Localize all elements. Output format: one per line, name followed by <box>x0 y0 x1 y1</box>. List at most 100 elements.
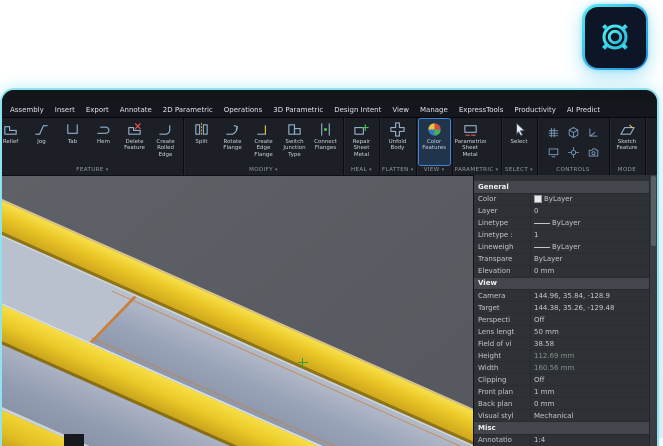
menu-item-ai-predict[interactable]: AI Predict <box>567 106 600 114</box>
settings-gear-badge[interactable] <box>582 4 648 70</box>
properties-section-view[interactable]: View <box>474 278 649 291</box>
app-window: Assembly Insert Export Annotate 2D Parametri… <box>0 88 659 446</box>
chevron-down-icon: ▾ <box>106 168 109 173</box>
property-row-field-of-vi[interactable]: Field of vi38.58 <box>474 338 649 350</box>
property-row-height[interactable]: Height112.69 mm <box>474 350 649 362</box>
color-swatch <box>534 195 542 203</box>
ribbon-group-feature: ReliefJogTabHemDelete FeatureCreate Roll… <box>2 118 184 175</box>
ribbon-group-flatten: Unfold BodyFLATTEN▾ <box>380 118 417 175</box>
ribbon-group-modify: SplitRotate FlangeCreate Edge FlangeSwit… <box>184 118 344 175</box>
chevron-down-icon: ▾ <box>275 168 278 173</box>
ribbon-group-label-modify[interactable]: MODIFY▾ <box>186 165 341 175</box>
property-row-transpare[interactable]: TranspareByLayer <box>474 254 649 266</box>
sun-icon[interactable] <box>564 143 583 162</box>
ribbon-button-create-rolled-edge[interactable]: Create Rolled Edge <box>150 119 181 165</box>
grid-icon[interactable] <box>544 123 563 142</box>
viewport-3d[interactable] <box>2 175 473 446</box>
ribbon-button-jog[interactable]: Jog <box>26 119 57 165</box>
ribbon-button-switch-junction-type[interactable]: Switch Junction Type <box>279 119 310 165</box>
rotate-flange-icon <box>224 121 241 138</box>
bottom-left-panel-edge <box>64 434 84 446</box>
property-row-lens-lengt[interactable]: Lens lengt50 mm <box>474 326 649 338</box>
create-edge-flange-icon <box>255 121 272 138</box>
ribbon-group-label-mode: MODE <box>612 165 643 175</box>
property-row-linetype[interactable]: LinetypeByLayer <box>474 218 649 230</box>
menu-item-operations[interactable]: Operations <box>224 106 262 114</box>
property-row-clipping[interactable]: ClippingOff <box>474 374 649 386</box>
parametrize-sheet-metal-icon <box>462 121 479 138</box>
unfold-body-icon <box>389 121 406 138</box>
ribbon-group-controls: CONTROLS <box>538 118 610 175</box>
linetype-preview-line <box>534 247 550 248</box>
property-row-width[interactable]: Width160.56 mm <box>474 362 649 374</box>
ribbon-button-color-features[interactable]: Color Features <box>419 119 450 165</box>
cube-icon[interactable] <box>564 123 583 142</box>
switch-junction-icon <box>286 121 303 138</box>
monitor-icon[interactable] <box>544 143 563 162</box>
ribbon-button-sketch-feature[interactable]: Sketch Feature <box>612 119 643 165</box>
ribbon-group-label-heal[interactable]: HEAL▾ <box>346 165 377 175</box>
property-row-perspecti[interactable]: PerspectiOff <box>474 314 649 326</box>
properties-scrollbar[interactable] <box>649 175 657 446</box>
scrollbar-thumb[interactable] <box>651 176 656 246</box>
ribbon-group-label-view[interactable]: VIEW▾ <box>419 165 450 175</box>
property-row-lineweigh[interactable]: LineweighByLayer <box>474 242 649 254</box>
properties-section-misc[interactable]: Misc <box>474 422 649 435</box>
properties-panel: GeneralColorByLayerLayer0LinetypeByLayer… <box>473 175 657 446</box>
repair-sheet-metal-icon <box>353 121 370 138</box>
property-row-back-plan[interactable]: Back plan0 mm <box>474 398 649 410</box>
chevron-down-icon: ▾ <box>496 168 499 173</box>
ribbon-group-label-flatten[interactable]: FLATTEN▾ <box>382 165 414 175</box>
property-row-front-plan[interactable]: Front plan1 mm <box>474 386 649 398</box>
ribbon-button-connect-flanges[interactable]: Connect Flanges <box>310 119 341 165</box>
properties-section-general[interactable]: General <box>474 181 649 194</box>
menu-item-design-intent[interactable]: Design Intent <box>334 106 381 114</box>
jog-icon <box>33 121 50 138</box>
cursor-marker <box>298 358 308 368</box>
property-row-annotatio[interactable]: Annotatio1:4 <box>474 435 649 446</box>
property-row-color[interactable]: ColorByLayer <box>474 194 649 206</box>
ribbon-button-parametrize-sheet-metal[interactable]: Parametrize Sheet Metal <box>455 119 486 165</box>
ribbon-button-split[interactable]: Split <box>186 119 217 165</box>
menu-item-manage[interactable]: Manage <box>420 106 448 114</box>
ribbon-button-unfold-body[interactable]: Unfold Body <box>382 119 413 165</box>
menu-item-3d-parametric[interactable]: 3D Parametric <box>273 106 323 114</box>
menu-item-annotate[interactable]: Annotate <box>120 106 152 114</box>
property-row-linetype[interactable]: Linetype :1 <box>474 230 649 242</box>
menu-item-assembly[interactable]: Assembly <box>10 106 44 114</box>
ribbon-groups: ReliefJogTabHemDelete FeatureCreate Roll… <box>2 118 657 175</box>
sketch-feature-icon <box>619 121 636 138</box>
ribbon-group-label-parametric[interactable]: PARAMETRIC▾ <box>455 165 499 175</box>
ribbon-group-label-select[interactable]: SELECT▾ <box>504 165 535 175</box>
page: Assembly Insert Export Annotate 2D Parametri… <box>0 0 663 438</box>
ribbon-button-relief[interactable]: Relief <box>2 119 26 165</box>
ribbon-button-create-edge-flange[interactable]: Create Edge Flange <box>248 119 279 165</box>
ribbon-group-label-controls: CONTROLS <box>540 165 607 175</box>
chevron-down-icon: ▾ <box>442 168 445 173</box>
select-icon <box>511 121 528 138</box>
ribbon-group-label-feature[interactable]: FEATURE▾ <box>4 165 181 175</box>
menu-item-insert[interactable]: Insert <box>55 106 75 114</box>
menu-item-export[interactable]: Export <box>86 106 109 114</box>
ribbon-button-repair-sheet-metal[interactable]: Repair Sheet Metal <box>346 119 377 165</box>
split-icon <box>193 121 210 138</box>
menu-item-productivity[interactable]: Productivity <box>514 106 556 114</box>
property-row-camera[interactable]: Camera144.96, 35.84, -128.9 <box>474 290 649 302</box>
ribbon-button-rotate-flange[interactable]: Rotate Flange <box>217 119 248 165</box>
property-row-elevation[interactable]: Elevation0 mm <box>474 266 649 278</box>
menu-item-view[interactable]: View <box>392 106 409 114</box>
property-row-layer[interactable]: Layer0 <box>474 206 649 218</box>
ribbon-button-tab[interactable]: Tab <box>57 119 88 165</box>
ribbon: ReliefJogTabHemDelete FeatureCreate Roll… <box>2 118 657 175</box>
chevron-down-icon: ▾ <box>369 168 372 173</box>
property-row-visual-styl[interactable]: Visual stylMechanical <box>474 410 649 422</box>
menu-item-2d-parametric[interactable]: 2D Parametric <box>163 106 213 114</box>
ribbon-button-hem[interactable]: Hem <box>88 119 119 165</box>
ribbon-button-delete-feature[interactable]: Delete Feature <box>119 119 150 165</box>
menu-item-expresstools[interactable]: ExpressTools <box>459 106 504 114</box>
ribbon-button-select[interactable]: Select <box>504 119 535 165</box>
property-row-target[interactable]: Target144.38, 35.26, -129.48 <box>474 302 649 314</box>
axis-icon[interactable] <box>584 123 603 142</box>
camera-icon[interactable] <box>584 143 603 162</box>
hem-icon <box>95 121 112 138</box>
